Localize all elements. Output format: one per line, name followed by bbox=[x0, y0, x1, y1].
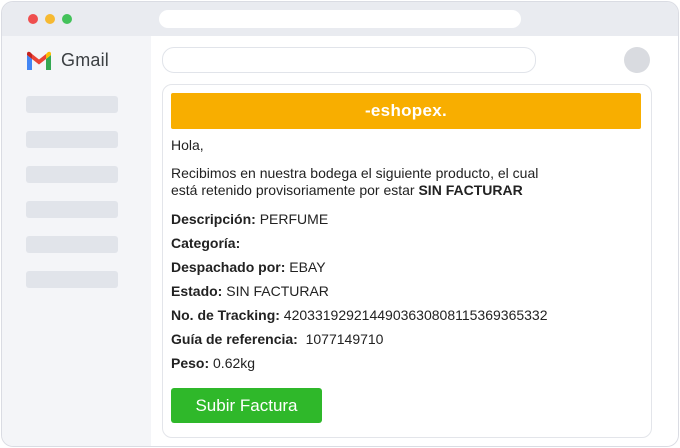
intro-line-1: Recibimos en nuestra bodega el siguiente… bbox=[171, 165, 539, 181]
search-input[interactable] bbox=[162, 47, 536, 73]
field-value: PERFUME bbox=[255, 211, 329, 227]
sidebar-item-placeholder[interactable] bbox=[26, 201, 118, 218]
field-value: 4203319292144903630808115369365332 bbox=[279, 307, 548, 323]
field-label: Categoría: bbox=[171, 235, 241, 251]
field-tracking: No. de Tracking: 42033192921449036308081… bbox=[171, 307, 548, 323]
maximize-window-button[interactable] bbox=[62, 14, 72, 24]
field-reference: Guía de referencia: 1077149710 bbox=[171, 331, 383, 347]
field-weight: Peso: 0.62kg bbox=[171, 355, 255, 371]
field-value: SIN FACTURAR bbox=[222, 283, 329, 299]
field-category: Categoría: bbox=[171, 235, 240, 251]
field-status: Estado: SIN FACTURAR bbox=[171, 283, 329, 299]
field-label: Peso: bbox=[171, 355, 210, 371]
sidebar-item-placeholder[interactable] bbox=[26, 166, 118, 183]
field-label: Guía de referencia: bbox=[171, 331, 298, 347]
brand-banner: -eshopex. bbox=[171, 93, 641, 129]
sidebar-item-placeholder[interactable] bbox=[26, 131, 118, 148]
intro-line-2-text: está retenido provisoriamente por estar bbox=[171, 182, 419, 198]
field-label: Descripción: bbox=[171, 211, 256, 227]
field-label: Estado: bbox=[171, 283, 223, 299]
app-name: Gmail bbox=[61, 50, 110, 70]
sidebar-item-placeholder[interactable] bbox=[26, 96, 118, 113]
upload-invoice-button[interactable]: Subir Factura bbox=[171, 388, 322, 423]
field-value: EBAY bbox=[285, 259, 326, 275]
minimize-window-button[interactable] bbox=[45, 14, 55, 24]
field-value: 1077149710 bbox=[297, 331, 384, 347]
greeting: Hola, bbox=[171, 137, 204, 153]
close-window-button[interactable] bbox=[28, 14, 38, 24]
avatar[interactable] bbox=[624, 47, 650, 73]
sidebar-item-placeholder[interactable] bbox=[26, 271, 118, 288]
intro-line-2-bold: SIN FACTURAR bbox=[418, 182, 523, 198]
intro-line-2: está retenido provisoriamente por estar … bbox=[171, 182, 523, 198]
field-description: Descripción: PERFUME bbox=[171, 211, 328, 227]
address-bar[interactable] bbox=[159, 10, 521, 28]
gmail-m-icon bbox=[27, 51, 51, 70]
title-bar bbox=[2, 2, 678, 36]
field-label: Despachado por: bbox=[171, 259, 286, 275]
sidebar-item-placeholder[interactable] bbox=[26, 236, 118, 253]
brand-logo: -eshopex. bbox=[364, 101, 448, 120]
field-label: No. de Tracking: bbox=[171, 307, 280, 323]
field-shipped-by: Despachado por: EBAY bbox=[171, 259, 326, 275]
field-value: 0.62kg bbox=[209, 355, 256, 371]
